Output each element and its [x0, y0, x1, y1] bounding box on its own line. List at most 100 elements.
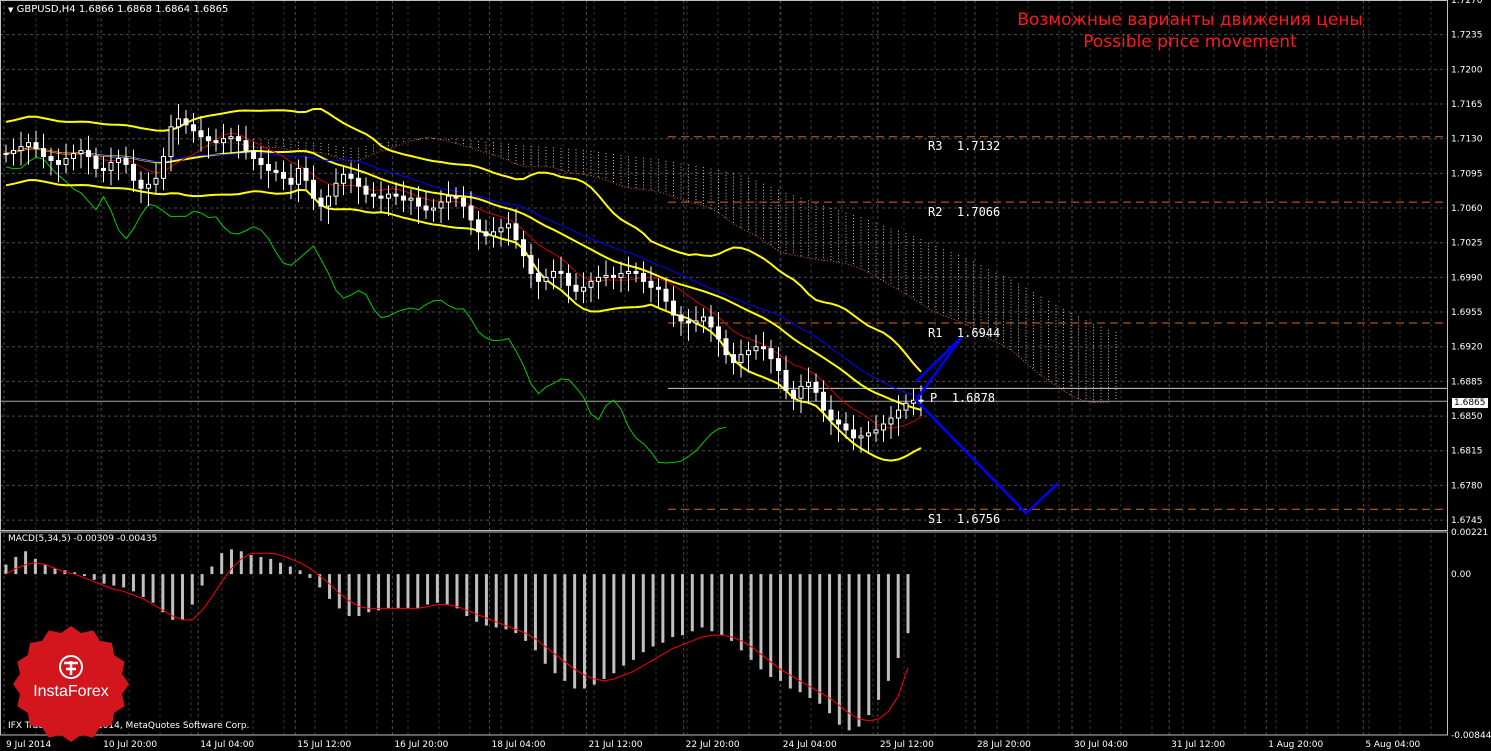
candle-body — [243, 140, 249, 152]
candle-body — [153, 177, 159, 185]
candle-body — [288, 177, 294, 185]
candle-body — [768, 348, 774, 360]
candle-body — [723, 338, 729, 356]
candle-body — [731, 354, 736, 364]
candle-body — [618, 272, 624, 278]
current-price-marker: 1.6865 — [1452, 398, 1488, 408]
chart-window: 1.7270 1.7235 1.7200 1.7165 1.7130 1.7095 1.70… — [0, 0, 1491, 751]
candle-body — [611, 274, 616, 278]
price-tick-label: 1.6780 — [1451, 481, 1483, 491]
candle-body — [716, 326, 721, 340]
candle-body — [761, 346, 766, 350]
candle-body — [48, 156, 54, 161]
price-tick-label: 1.7270 — [1451, 0, 1483, 6]
candle-body — [258, 158, 264, 165]
candle-body — [633, 270, 639, 274]
candle-body — [588, 280, 594, 288]
candle-body — [176, 118, 181, 128]
price-tick-label: 1.6990 — [1451, 273, 1483, 283]
candle-body — [626, 270, 631, 274]
time-tick-label: 22 Jul 20:00 — [686, 740, 740, 750]
candle-body — [573, 284, 579, 292]
candle-body — [41, 148, 46, 158]
candle-body — [528, 255, 534, 274]
candle-body — [603, 274, 609, 278]
candle-body — [431, 207, 436, 211]
time-tick-label: 25 Jul 12:00 — [880, 740, 934, 750]
candle-body — [536, 272, 541, 282]
candle-body — [3, 153, 9, 156]
price-tick-label: 1.7060 — [1451, 204, 1483, 214]
candle-body — [686, 320, 691, 324]
candle-body — [821, 391, 826, 411]
pivot-label-p: P 1.6878 — [930, 391, 996, 405]
candle-body — [543, 276, 549, 282]
candle-body — [483, 231, 489, 237]
candle-body — [18, 146, 24, 152]
dropdown-triangle-icon[interactable]: ▼ — [8, 6, 13, 14]
candle-body — [138, 179, 144, 189]
price-tick-label: 1.7095 — [1451, 169, 1483, 179]
candle-body — [446, 195, 451, 203]
pivot-label-r3: R3 1.7132 — [928, 139, 1001, 153]
candle-body — [131, 163, 136, 181]
forecast-line — [914, 335, 1059, 515]
candle-body — [161, 156, 166, 179]
candle-body — [146, 183, 151, 189]
candle-body — [183, 118, 189, 126]
pivot-lines — [0, 136, 1447, 510]
price-tick-label: 1.7235 — [1451, 31, 1483, 41]
time-tick-label: 31 Jul 12:00 — [1171, 740, 1225, 750]
candle-body — [416, 197, 421, 207]
time-tick-label: 1 Aug 20:00 — [1268, 740, 1323, 750]
candle-body — [776, 358, 781, 372]
time-tick-label: 15 Jul 12:00 — [297, 740, 351, 750]
candle-body — [813, 381, 819, 393]
symbol-header: ▼ GBPUSD,H4 1.6866 1.6868 1.6864 1.6865 — [8, 4, 228, 15]
forecast-title-en: Possible price movement — [1083, 32, 1297, 52]
candle-body — [566, 272, 571, 286]
candle-body — [93, 156, 99, 169]
candle-body — [881, 423, 886, 431]
bollinger-lower-line — [5, 179, 922, 462]
macd-label: MACD(5,34,5) -0.00309 -0.00435 — [8, 534, 158, 544]
candle-body — [408, 197, 414, 201]
macd-tick-label: 0.00221 — [1451, 528, 1488, 538]
candle-body — [581, 286, 586, 292]
candle-body — [401, 195, 406, 201]
candle-body — [393, 193, 399, 197]
candle-body — [251, 150, 256, 160]
candle-body — [78, 150, 84, 155]
candle-body — [851, 429, 856, 439]
candle-body — [513, 223, 519, 241]
candle-body — [356, 177, 361, 187]
logo-text: InstaForex — [33, 683, 109, 700]
time-tick-label: 14 Jul 04:00 — [200, 740, 254, 750]
candle-body — [708, 316, 714, 328]
candle-body — [558, 270, 564, 274]
candle-body — [363, 185, 369, 195]
cloud-span-a — [200, 137, 1109, 404]
price-tick-label: 1.6850 — [1451, 412, 1483, 422]
candle-body — [318, 197, 324, 207]
instaforex-logo: InstaForex — [12, 625, 130, 743]
candle-body — [371, 193, 376, 197]
candle-body — [311, 179, 316, 199]
candle-body — [806, 381, 811, 387]
candle-body — [348, 173, 354, 179]
candle-body — [71, 153, 76, 160]
candle-body — [281, 171, 286, 179]
time-tick-label: 18 Jul 04:00 — [491, 740, 545, 750]
candle-body — [678, 314, 684, 322]
time-tick-label: 30 Jul 04:00 — [1074, 740, 1128, 750]
forecast-path — [914, 335, 1059, 515]
macd-tick-label: -0.00844 — [1451, 731, 1491, 741]
candle-body — [116, 158, 121, 163]
candle-body — [108, 161, 114, 171]
candle-body — [221, 138, 226, 144]
time-tick-label: 28 Jul 20:00 — [977, 740, 1031, 750]
time-tick-label: 24 Jul 04:00 — [783, 740, 837, 750]
candle-body — [468, 205, 474, 221]
price-chart[interactable]: 1.7270 1.7235 1.7200 1.7165 1.7130 1.7095 1.70… — [0, 0, 1491, 751]
pivot-label-r1: R1 1.6944 — [928, 326, 1001, 340]
